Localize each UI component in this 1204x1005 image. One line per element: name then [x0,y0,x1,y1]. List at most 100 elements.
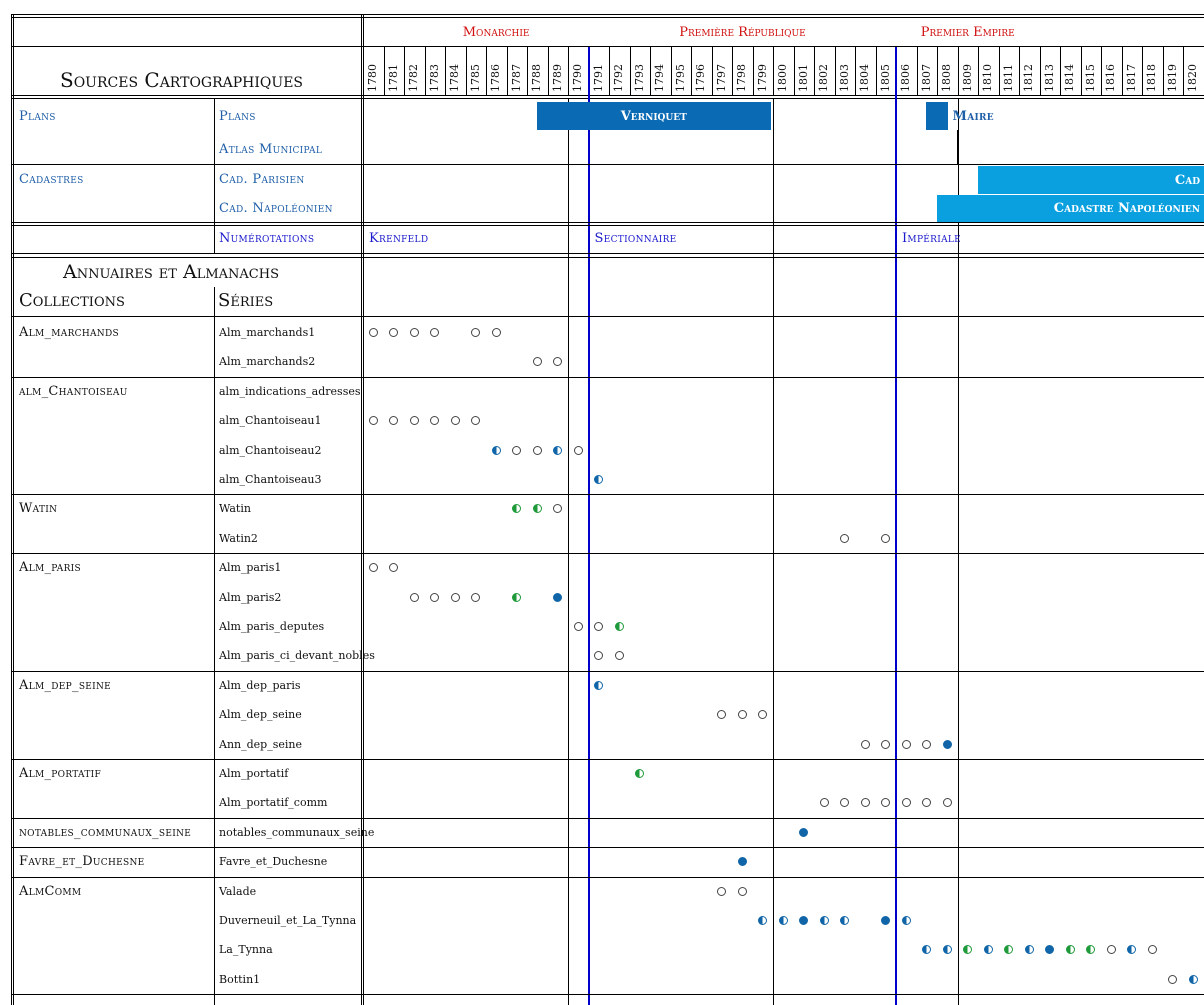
source-mark [881,533,891,543]
year-gridline [1060,47,1061,95]
collection-name: Alm_dep_seine [19,677,112,693]
year-gridline [1039,47,1041,95]
source-mark [471,592,481,602]
source-mark [840,916,850,925]
timeline-bar: Cadastre Napoléonien [937,195,1204,222]
collection-name: Alm_paris [19,560,82,576]
source-mark [553,504,563,514]
year-gridline [465,47,467,95]
year-tick-label: 1812 [1022,64,1035,92]
source-mark [799,916,809,925]
source-mark [368,328,378,337]
year-gridline [916,47,918,95]
series-name: Duverneuil_et_La_Tynna [219,914,357,927]
source-mark [594,475,604,484]
collection-rule [11,553,1204,555]
source-mark [368,563,378,573]
series-name: notables_communaux_seine [219,825,375,839]
source-mark [553,592,563,602]
label-divider-2 [363,14,364,1005]
collection-rule [11,494,1204,496]
header-rule-bottom [11,95,1204,96]
source-mark [942,945,952,955]
timeline-bar: Verniquet [536,102,771,130]
year-tick-label: 1815 [1083,64,1097,92]
timeline-bar [926,102,948,130]
series-name: Alm_paris_deputes [219,620,325,633]
year-tick-label: 1819 [1165,64,1179,92]
collection-rule [11,817,1204,819]
plans-collection: Plans [19,109,56,124]
year-tick-label: 1800 [776,64,789,92]
year-gridline [670,47,672,95]
year-gridline [1162,47,1164,95]
collection-name: notables_communaux_seine [19,824,192,840]
source-mark [1168,974,1178,984]
source-mark [942,798,952,808]
source-mark [881,916,891,925]
source-mark [389,328,399,337]
page-title: Sources Cartographiques [60,68,304,92]
series-name: Alm_marchands1 [219,326,316,339]
source-mark [430,328,440,337]
source-mark [1065,945,1075,955]
series-name: La_Tynna [219,943,273,957]
source-mark [922,798,932,808]
source-mark [553,445,563,455]
series-name: Favre_et_Duchesne [219,855,328,869]
source-mark [860,739,870,749]
series-name: alm_Chantoiseau3 [219,473,322,486]
year-gridline [732,47,733,95]
source-mark [635,769,645,778]
source-mark [737,710,747,720]
source-mark [1004,945,1014,955]
period-divider [568,98,569,1005]
source-mark [594,651,604,661]
year-gridline [568,47,569,95]
source-mark [471,416,481,426]
year-tick-label: 1799 [755,64,769,92]
source-mark [737,886,747,896]
series-name: Watin2 [219,531,258,545]
year-tick-label: 1789 [550,64,564,92]
year-gridline [875,47,877,95]
source-mark [614,622,624,631]
year-tick-label: 1813 [1042,64,1056,92]
year-tick-label: 1784 [448,64,461,92]
regime-boundary [895,47,897,1005]
series-name: Ann_dep_seine [219,737,302,751]
series-header: Séries [218,290,274,311]
year-gridline [1019,47,1020,95]
source-mark [594,622,604,631]
source-mark [512,445,522,455]
year-gridline [998,47,1000,95]
series-name: Alm_portatif_comm [219,796,328,810]
source-mark [1147,945,1157,955]
year-tick-label: 1804 [858,64,871,92]
source-mark [1106,945,1116,955]
frame-left-2 [13,14,14,1005]
bar-label: Maire [952,109,994,124]
series-name: Alm_paris1 [219,561,282,575]
year-gridline [650,47,651,95]
source-mark [553,357,563,367]
year-tick-label: 1797 [714,64,728,92]
source-mark [881,798,891,808]
header-rule-top-2 [11,17,1204,18]
period-label: Premier Empire [920,25,1015,40]
year-tick-label: 1806 [899,64,912,92]
year-tick-label: 1808 [940,64,953,92]
collection-rule [11,847,1204,849]
source-mark [717,886,727,896]
numerotation-label: Impériale [902,231,962,246]
source-mark [963,945,973,955]
source-mark [881,739,891,749]
year-gridline [814,47,815,95]
frame-left [11,14,12,1005]
source-mark [450,592,460,602]
source-mark [1024,945,1034,955]
source-mark [901,798,911,808]
source-mark [799,827,809,837]
series-name: Valade [219,884,257,898]
source-mark [1127,945,1137,955]
